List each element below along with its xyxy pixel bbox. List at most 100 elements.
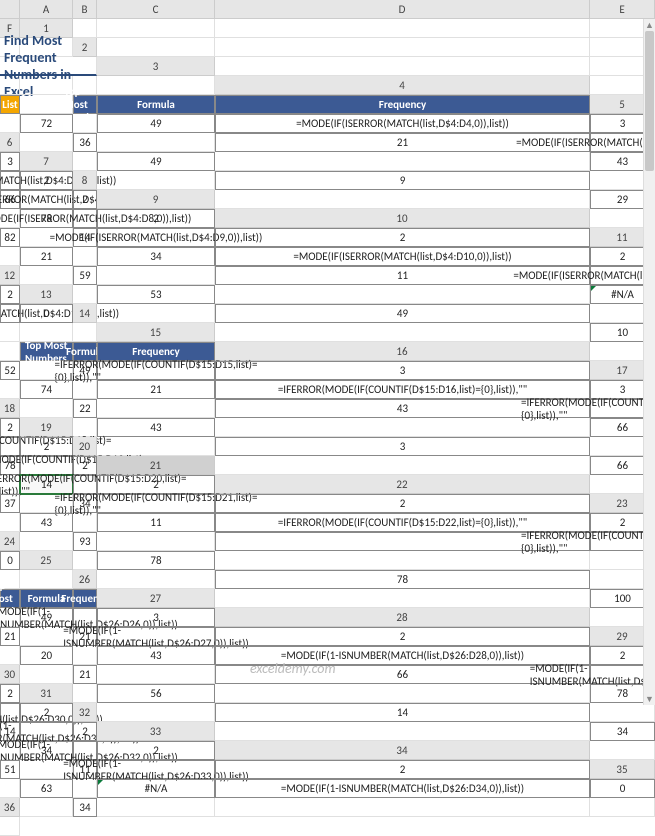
cell[interactable]	[215, 456, 590, 475]
cell[interactable]	[20, 798, 73, 817]
cell[interactable]	[97, 532, 215, 551]
list-cell[interactable]: 63	[20, 779, 73, 798]
row-header[interactable]: 16	[215, 342, 590, 361]
list-cell[interactable]: 36	[73, 133, 97, 152]
cell[interactable]	[73, 646, 97, 665]
cell[interactable]	[215, 798, 590, 817]
list-cell[interactable]: 21	[73, 665, 97, 684]
frequency-cell[interactable]: 2	[215, 228, 590, 247]
top-number-cell[interactable]: 21	[97, 380, 215, 399]
cell[interactable]	[97, 399, 215, 418]
formula-cell[interactable]: =MODE(IF(ISERROR(MATCH(list,D$4:D4,0)),l…	[215, 114, 590, 133]
cell[interactable]	[73, 152, 97, 171]
row-header[interactable]: 4	[215, 76, 590, 95]
formula-cell[interactable]: =MODE(IF(1-ISNUMBER(MATCH(list,D$26:D34,…	[215, 779, 590, 798]
formula-cell[interactable]: =MODE(IF(1-ISNUMBER(MATCH(list,D$26:D27,…	[97, 627, 215, 646]
cell[interactable]	[73, 247, 97, 266]
frequency-cell[interactable]: 2	[73, 190, 97, 209]
row-header[interactable]: 35	[590, 760, 655, 779]
column-header[interactable]: A	[20, 0, 73, 19]
frequency-cell[interactable]: 2	[20, 171, 73, 190]
list-cell[interactable]: 34	[590, 722, 655, 741]
frequency-cell[interactable]: 2	[215, 494, 590, 513]
column-header[interactable]: B	[73, 0, 97, 19]
cell[interactable]	[73, 513, 97, 532]
frequency-cell[interactable]: 2	[215, 760, 590, 779]
frequency-cell[interactable]: 0	[590, 779, 655, 798]
cell[interactable]	[0, 741, 20, 760]
list-cell[interactable]: 51	[0, 760, 20, 779]
row-header[interactable]: 25	[20, 551, 73, 570]
formula-cell[interactable]: =IFERROR(MODE(IF(COUNTIF(D$15:D15,list)=…	[97, 361, 215, 380]
row-header[interactable]: 24	[0, 532, 20, 551]
list-cell[interactable]: 74	[20, 380, 73, 399]
cell[interactable]	[590, 741, 655, 760]
cell[interactable]	[20, 399, 73, 418]
list-cell[interactable]: 56	[97, 684, 215, 703]
column-header[interactable]: D	[215, 0, 590, 19]
row-header[interactable]: 6	[0, 133, 20, 152]
top-numbers-header[interactable]: Top Most Numbers	[73, 95, 97, 114]
list-cell[interactable]: 22	[73, 399, 97, 418]
cell[interactable]	[0, 817, 20, 836]
formula-cell[interactable]: =MODE(IF(ISERROR(MATCH(list,D$4:D8,0)),l…	[73, 209, 97, 228]
cell[interactable]	[97, 798, 215, 817]
row-header[interactable]: 18	[0, 399, 20, 418]
cell[interactable]	[73, 114, 97, 133]
cell[interactable]	[0, 76, 20, 95]
cell[interactable]	[0, 779, 20, 798]
formula-cell[interactable]: =MODE(IF(1-ISNUMBER(MATCH(list,D$26:D33,…	[97, 760, 215, 779]
formula-cell[interactable]: =MODE(IF(ISERROR(MATCH(list,D$4:D12,0)),…	[0, 304, 20, 323]
top-number-cell[interactable]: 34	[20, 741, 73, 760]
row-header[interactable]: 32	[73, 703, 97, 722]
cell[interactable]	[73, 779, 97, 798]
cell[interactable]	[215, 19, 590, 38]
row-header[interactable]: 9	[97, 190, 215, 209]
cell[interactable]	[215, 152, 590, 171]
frequency-cell[interactable]: 2	[97, 209, 215, 228]
cell[interactable]	[215, 190, 590, 209]
list-cell[interactable]: 21	[20, 247, 73, 266]
frequency-cell[interactable]: 2	[20, 703, 73, 722]
cell[interactable]	[97, 665, 215, 684]
cell[interactable]	[97, 266, 215, 285]
cell[interactable]	[73, 380, 97, 399]
list-cell[interactable]: 52	[0, 361, 20, 380]
row-header[interactable]: 7	[20, 152, 73, 171]
list-header[interactable]: List	[0, 95, 20, 114]
formula-header[interactable]: Formula	[97, 95, 215, 114]
list-cell[interactable]: 78	[215, 570, 590, 589]
column-header[interactable]: C	[97, 0, 215, 19]
row-header[interactable]: 28	[215, 608, 590, 627]
cell[interactable]	[97, 304, 215, 323]
cell[interactable]	[215, 285, 590, 304]
top-number-cell[interactable]: 11	[97, 513, 215, 532]
cell[interactable]	[73, 551, 97, 570]
row-header[interactable]: 13	[20, 285, 73, 304]
cell[interactable]	[0, 342, 20, 361]
cell[interactable]	[97, 703, 215, 722]
frequency-cell[interactable]: 2	[215, 627, 590, 646]
cell[interactable]	[0, 646, 20, 665]
list-cell[interactable]: 34	[73, 798, 97, 817]
list-cell[interactable]: 14	[215, 703, 590, 722]
row-header[interactable]: 15	[97, 323, 215, 342]
list-cell[interactable]: 82	[0, 228, 20, 247]
cell[interactable]	[0, 114, 20, 133]
list-cell[interactable]: 53	[97, 285, 215, 304]
cell[interactable]	[97, 38, 215, 57]
top-number-cell[interactable]: #N/A	[97, 779, 215, 798]
cell[interactable]	[0, 513, 20, 532]
scroll-down-arrow[interactable]: ▼	[644, 693, 655, 705]
row-header[interactable]: 3	[97, 57, 215, 76]
formula-cell[interactable]: =MODE(IF(ISERROR(MATCH(list,D$4:D10,0)),…	[215, 247, 590, 266]
list-cell[interactable]: 20	[20, 646, 73, 665]
cell[interactable]	[0, 247, 20, 266]
row-header[interactable]: 36	[0, 798, 20, 817]
cell[interactable]	[215, 38, 590, 57]
column-header[interactable]: E	[590, 0, 655, 19]
frequency-header[interactable]: Frequency	[215, 95, 590, 114]
cell[interactable]	[20, 266, 73, 285]
cell[interactable]	[215, 418, 590, 437]
frequency-cell[interactable]: 3	[0, 152, 20, 171]
